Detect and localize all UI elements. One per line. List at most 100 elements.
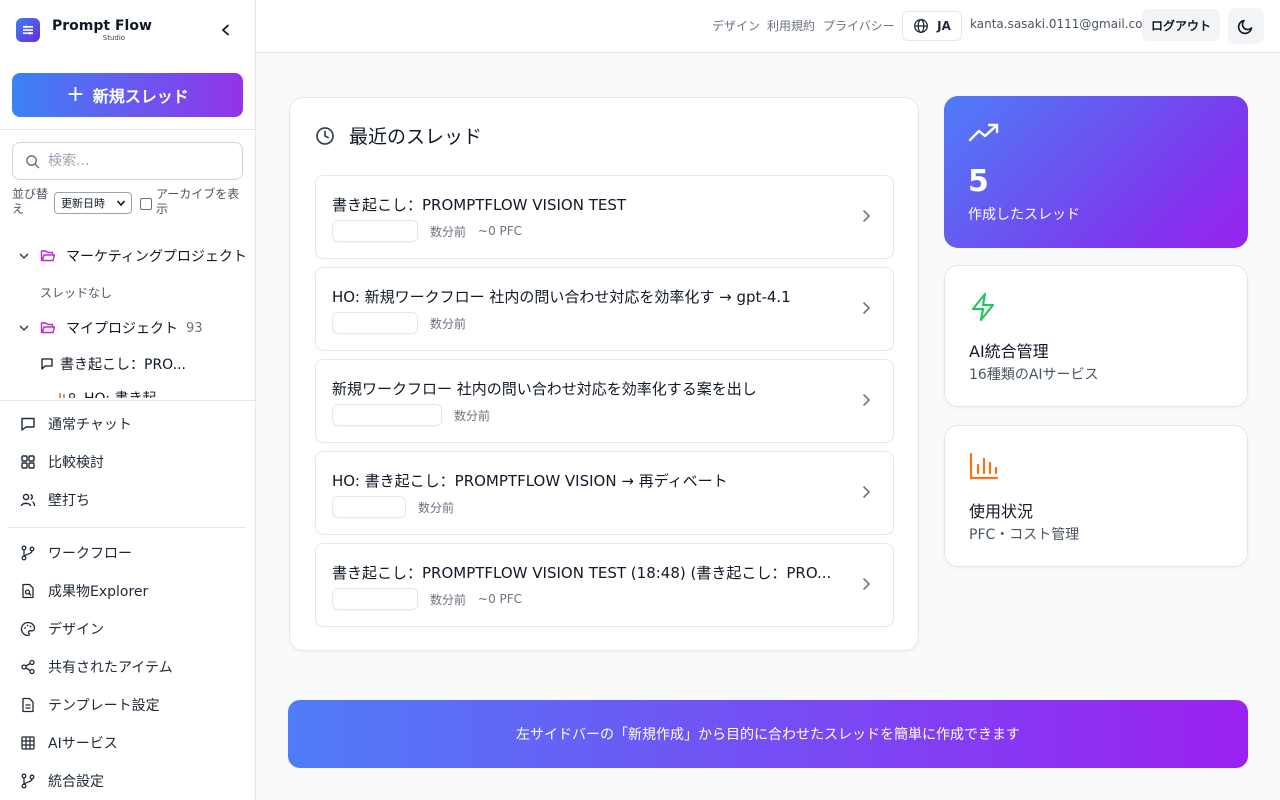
thread-time: 数分前 (418, 500, 455, 515)
document-icon (20, 697, 36, 713)
thread-row[interactable]: 書き起こし：PROMPTFLOW VISION TEST (18:48) (書き… (315, 543, 894, 627)
project-count: 93 (186, 320, 203, 336)
logout-button[interactable]: ログアウト (1142, 9, 1220, 41)
chevron-right-icon (863, 578, 871, 590)
usage-title: 使用状況 (969, 502, 1034, 521)
thread-row[interactable]: 書き起こし：PROMPTFLOW VISION TEST 数分前 ~0 PFC (315, 175, 894, 259)
chevron-right-icon (863, 486, 871, 498)
sort-row: 並び替え 更新日時 アーカイブを表示 (12, 186, 248, 220)
link-design[interactable]: デザイン (712, 17, 760, 34)
usage-desc: PFC・コスト管理 (969, 527, 1080, 543)
project-tree: マーケティングプロジェクト ( スレッドなし マイプロジェクト 93 書き起こし… (0, 240, 255, 398)
thread-label: 書き起こし：PRO... (60, 357, 186, 373)
nav-workflow[interactable]: ワークフロー (20, 541, 132, 565)
nav-integrations[interactable]: 統合設定 (20, 769, 104, 793)
chevron-down-icon (19, 253, 29, 260)
branch-icon (59, 392, 76, 398)
share-icon (20, 659, 36, 675)
link-privacy[interactable]: プライバシー (823, 17, 895, 34)
thread-title: HO: 新規ワークフロー 社内の問い合わせ対応を効率化す → gpt-4.1 (332, 288, 791, 306)
thread-item[interactable]: HO: 書き起 (46, 386, 156, 398)
thread-row[interactable]: 新規ワークフロー 社内の問い合わせ対応を効率化する案を出し 数分前 (315, 359, 894, 443)
threads-created-label: 作成したスレッド (968, 207, 1080, 223)
thread-meta: 数分前 (332, 404, 490, 426)
thread-time: 数分前 (430, 224, 467, 239)
language-label: JA (937, 19, 951, 33)
nav-compare[interactable]: 比較検討 (20, 450, 104, 474)
thread-title: HO: 書き起こし：PROMPTFLOW VISION → 再ディベート (332, 472, 728, 490)
nav-label: テンプレート設定 (48, 698, 160, 714)
chevron-down-icon (116, 200, 126, 207)
language-button[interactable]: JA (902, 11, 962, 41)
ai-management-title: AI統合管理 (969, 342, 1049, 361)
nav-brainstorm[interactable]: 壁打ち (20, 488, 90, 512)
trending-up-icon (968, 123, 999, 142)
info-banner: 左サイドバーの「新規作成」から目的に合わせたスレッドを簡単に作成できます (288, 700, 1248, 768)
nav-label: ワークフロー (48, 546, 132, 562)
search-input[interactable] (48, 153, 228, 169)
nav-normal-chat[interactable]: 通常チャット (20, 412, 132, 436)
thread-time: 数分前 (454, 408, 491, 423)
palette-icon (20, 621, 36, 637)
topbar: デザイン 利用規約 プライバシー JA kanta.sasaki.0111@gm… (256, 0, 1280, 53)
moon-icon (1237, 19, 1253, 35)
theme-toggle-button[interactable] (1228, 8, 1264, 44)
nav-shared[interactable]: 共有されたアイテム (20, 655, 173, 679)
plus-icon: + (66, 82, 85, 107)
globe-icon (914, 19, 929, 33)
sort-select[interactable]: 更新日時 (54, 192, 132, 214)
project-item-marketing[interactable]: マーケティングプロジェクト ( (18, 244, 255, 268)
thread-title: 新規ワークフロー 社内の問い合わせ対応を効率化する案を出し (332, 380, 757, 398)
sort-label: 並び替え (12, 187, 49, 216)
usage-card[interactable]: 使用状況 PFC・コスト管理 (944, 425, 1248, 567)
nav-label: AIサービス (48, 736, 118, 752)
link-terms[interactable]: 利用規約 (767, 17, 815, 34)
empty-threads-text: スレッドなし (40, 285, 113, 300)
chevron-left-icon (222, 24, 229, 36)
thread-time: 数分前 (430, 592, 467, 607)
thread-meta: 数分前 (332, 312, 466, 334)
grid-icon (20, 454, 36, 470)
nav-design[interactable]: デザイン (20, 617, 104, 641)
chevron-right-icon (863, 210, 871, 222)
nav-artifacts[interactable]: 成果物Explorer (20, 579, 148, 603)
recent-threads-heading: 最近のスレッド (315, 122, 482, 149)
nav-label: 壁打ち (48, 493, 90, 509)
archive-label: アーカイブを表示 (156, 187, 240, 216)
clock-icon (316, 126, 334, 145)
new-thread-button[interactable]: + 新規スレッド (12, 73, 243, 117)
file-search-icon (20, 583, 36, 599)
thread-meta: 数分前 ~0 PFC (332, 220, 522, 242)
threads-created-value: 5 (968, 164, 989, 199)
nav-ai-services[interactable]: AIサービス (20, 731, 118, 755)
recent-threads-title: 最近のスレッド (349, 126, 483, 148)
nav-label: デザイン (48, 622, 104, 638)
ai-management-card[interactable]: AI統合管理 16種類のAIサービス (944, 265, 1248, 407)
brand[interactable]: Prompt Flow Studio (16, 18, 152, 42)
folder-open-icon (40, 250, 56, 262)
workflow-icon (20, 545, 36, 561)
thread-tag (332, 312, 418, 334)
thread-row[interactable]: HO: 書き起こし：PROMPTFLOW VISION → 再ディベート 数分前 (315, 451, 894, 535)
folder-open-icon (40, 322, 56, 334)
chevron-down-icon (19, 325, 29, 332)
recent-threads-card: 最近のスレッド 書き起こし：PROMPTFLOW VISION TEST 数分前… (289, 97, 919, 651)
user-email: kanta.sasaki.0111@gmail.com (970, 17, 1155, 31)
collapse-sidebar-button[interactable] (216, 20, 236, 40)
chat-icon (41, 358, 53, 370)
thread-item[interactable]: 書き起こし：PRO... (40, 352, 186, 376)
thread-pfc: ~0 PFC (478, 224, 523, 238)
thread-pfc: ~0 PFC (478, 592, 523, 606)
thread-tag (332, 496, 406, 518)
table-icon (20, 735, 36, 751)
project-item-my[interactable]: マイプロジェクト 93 (18, 316, 203, 340)
thread-tag (332, 404, 442, 426)
users-icon (20, 492, 36, 508)
archive-checkbox[interactable] (140, 198, 152, 210)
project-name: マイプロジェクト (66, 321, 178, 337)
nav-templates[interactable]: テンプレート設定 (20, 693, 160, 717)
search-box[interactable] (12, 142, 243, 180)
thread-time: 数分前 (430, 316, 467, 331)
chat-icon (20, 416, 36, 432)
thread-row[interactable]: HO: 新規ワークフロー 社内の問い合わせ対応を効率化す → gpt-4.1 数… (315, 267, 894, 351)
